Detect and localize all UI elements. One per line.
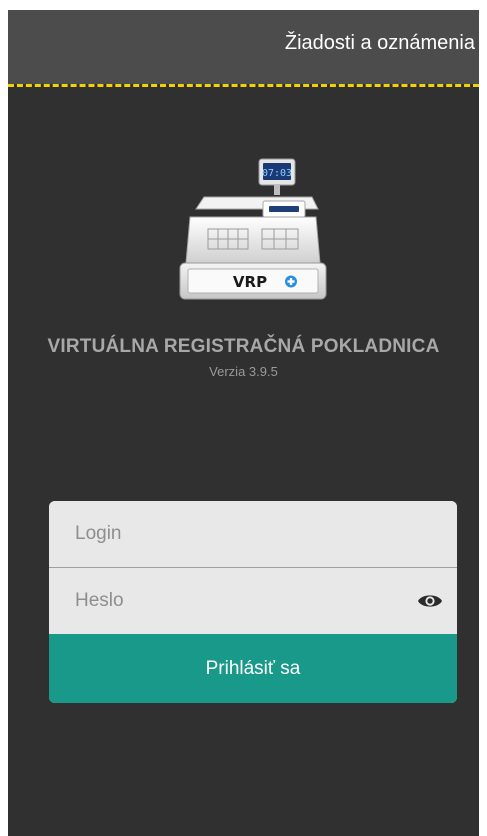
requests-and-notices-link[interactable]: Žiadosti a oznámenia [285,32,475,55]
login-screen: Žiadosti a oznámenia 07:03 VRP VIRTUÁLNA… [8,10,479,836]
login-form: Prihlásiť sa [49,501,457,703]
app-version: Verzia 3.9.5 [209,364,278,379]
login-field-container [49,501,457,568]
app-title: VIRTUÁLNA REGISTRAČNÁ POKLADNICA [47,336,440,357]
login-input[interactable] [75,501,395,567]
password-input[interactable] [75,568,395,634]
app-bar-divider [8,84,479,87]
eye-icon[interactable] [417,589,443,613]
password-field-container [49,568,457,634]
login-button[interactable]: Prihlásiť sa [49,634,457,703]
vrp-logo-text: VRP [233,273,267,291]
cash-register-logo: 07:03 VRP [179,158,327,300]
app-bar: Žiadosti a oznámenia [8,10,479,84]
register-display-time: 07:03 [262,168,292,179]
